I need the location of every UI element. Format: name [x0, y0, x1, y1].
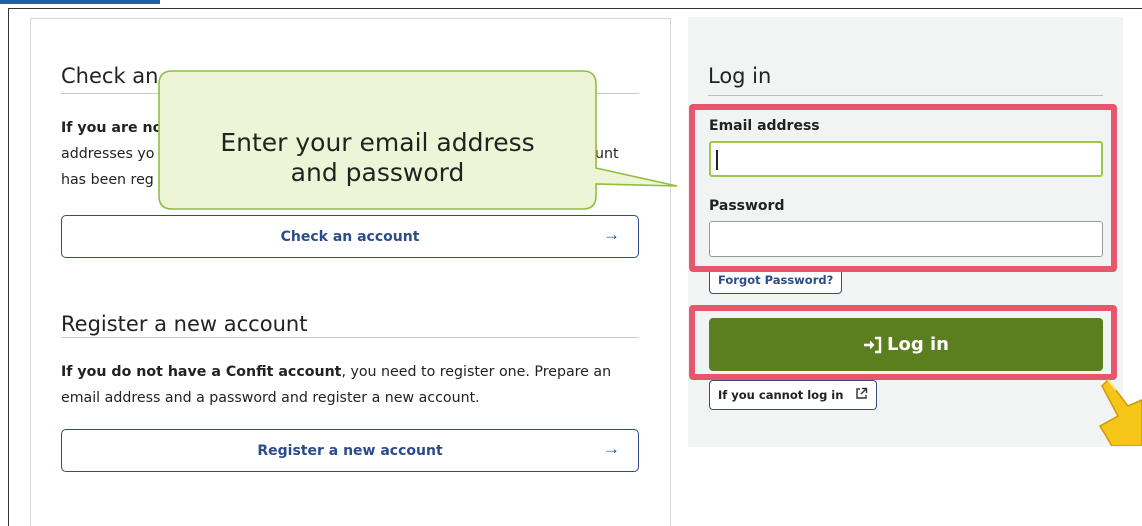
login-button-highlight [689, 305, 1117, 380]
register-account-title: Register a new account [61, 312, 308, 336]
callout-line-1: Enter your email address [220, 128, 535, 157]
register-account-button[interactable]: Register a new account → [61, 429, 639, 472]
login-title: Log in [708, 64, 772, 88]
cannot-login-button[interactable]: If you cannot log in [709, 380, 878, 410]
check-account-button[interactable]: Check an account → [61, 215, 639, 258]
check-account-desc-line3: has been reg [61, 172, 154, 188]
check-account-desc-bold: If you are no [61, 120, 163, 136]
pointing-hand-icon [1098, 378, 1142, 446]
forgot-password-label: Forgot Password? [718, 273, 834, 287]
callout-line-2: and password [290, 158, 465, 187]
register-desc-rest: , you need to register one. Prepare an [341, 364, 612, 380]
credentials-highlight [689, 104, 1117, 272]
register-desc-line2: email address and a password and registe… [61, 390, 480, 406]
external-link-icon [855, 387, 868, 403]
arrow-right-icon: → [603, 225, 620, 244]
check-account-desc-line2: addresses yo [61, 146, 155, 162]
login-title-rule [708, 95, 1103, 96]
check-account-title: Check an [61, 64, 159, 88]
check-account-rule [61, 93, 639, 94]
top-accent-strip [0, 0, 160, 4]
register-account-description: If you do not have a Confit account, you… [61, 359, 639, 411]
check-account-button-label: Check an account [280, 228, 420, 245]
register-account-rule [61, 337, 639, 338]
arrow-right-icon: → [603, 439, 620, 458]
register-account-button-label: Register a new account [257, 442, 443, 459]
register-desc-bold: If you do not have a Confit account [61, 364, 342, 380]
cannot-login-label: If you cannot log in [718, 388, 844, 402]
